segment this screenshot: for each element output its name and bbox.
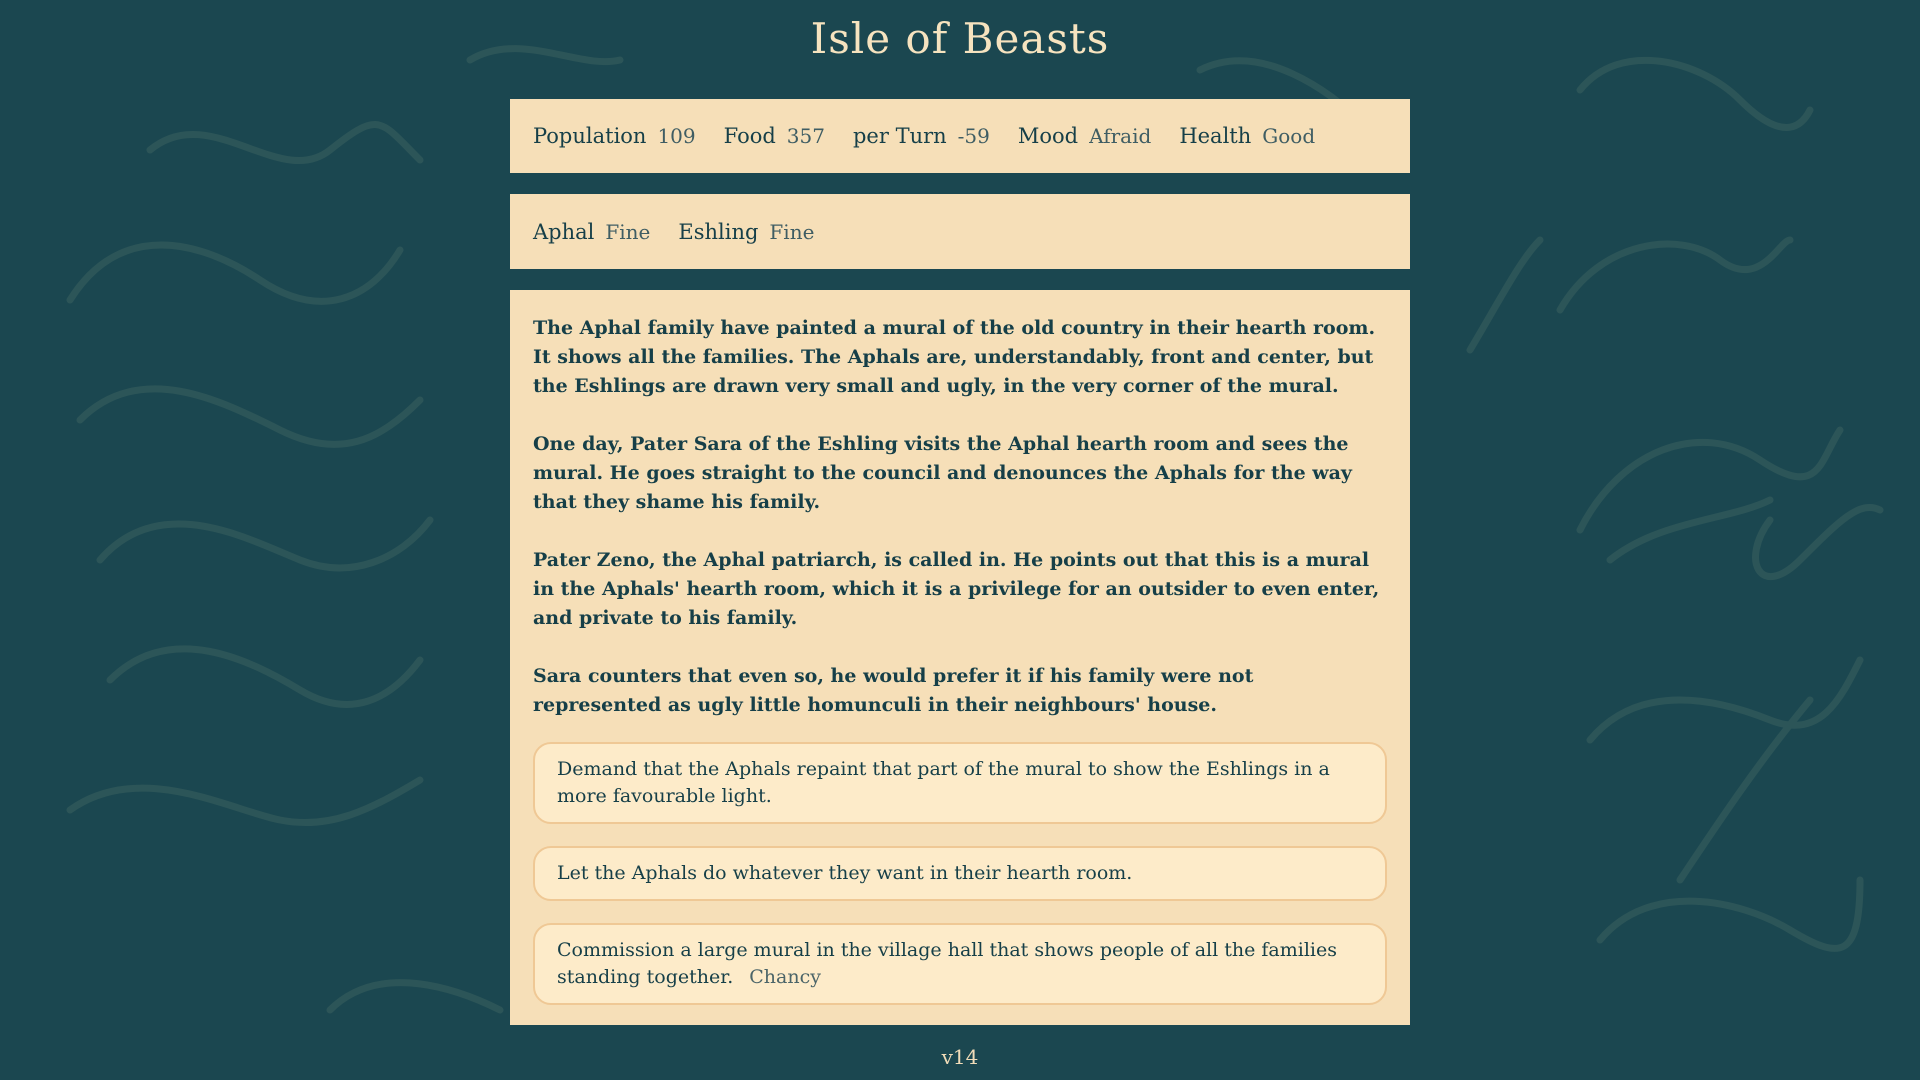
choice-commission-mural[interactable]: Commission a large mural in the village … xyxy=(533,923,1387,1005)
story-paragraph: Pater Zeno, the Aphal patriarch, is call… xyxy=(533,549,1380,629)
stat-label: Food xyxy=(723,124,776,148)
family-eshling: Eshling Fine xyxy=(678,220,814,244)
choice-let-aphals-decide[interactable]: Let the Aphals do whatever they want in … xyxy=(533,846,1387,901)
choice-risk-tag: Chancy xyxy=(749,966,821,988)
choice-text: Let the Aphals do whatever they want in … xyxy=(557,862,1133,884)
stat-label: per Turn xyxy=(852,124,947,148)
stat-value: -59 xyxy=(957,124,990,148)
stat-value: Good xyxy=(1262,124,1316,148)
stat-value: 357 xyxy=(786,124,825,148)
resource-stats-bar: Population 109 Food 357 per Turn -59 Moo… xyxy=(510,99,1410,173)
stat-food: Food 357 xyxy=(724,124,825,148)
story-paragraph: One day, Pater Sara of the Eshling visit… xyxy=(533,433,1352,513)
stat-value: 109 xyxy=(657,124,696,148)
choice-text: Commission a large mural in the village … xyxy=(557,939,1337,988)
stat-mood: Mood Afraid xyxy=(1018,124,1151,148)
stat-label: Mood xyxy=(1017,124,1079,148)
game-title: Isle of Beasts xyxy=(810,14,1110,63)
family-status: Fine xyxy=(769,219,815,244)
version-label: v14 xyxy=(941,1045,979,1069)
family-status-bar: Aphal Fine Eshling Fine xyxy=(510,194,1410,269)
stat-label: Population xyxy=(533,124,647,148)
family-label: Eshling xyxy=(678,219,759,244)
family-label: Aphal xyxy=(533,219,595,244)
family-aphal: Aphal Fine xyxy=(533,220,650,244)
stat-food-per-turn: per Turn -59 xyxy=(853,124,990,148)
stat-population: Population 109 xyxy=(533,124,696,148)
choice-text: Demand that the Aphals repaint that part… xyxy=(557,758,1330,807)
family-status: Fine xyxy=(605,219,651,244)
choice-demand-repaint[interactable]: Demand that the Aphals repaint that part… xyxy=(533,742,1387,824)
stat-health: Health Good xyxy=(1179,124,1315,148)
stat-value: Afraid xyxy=(1089,124,1152,148)
stat-label: Health xyxy=(1179,124,1252,148)
story-paragraph: The Aphal family have painted a mural of… xyxy=(533,317,1376,397)
story-paragraph: Sara counters that even so, he would pre… xyxy=(533,665,1254,716)
event-panel: The Aphal family have painted a mural of… xyxy=(510,290,1410,1025)
